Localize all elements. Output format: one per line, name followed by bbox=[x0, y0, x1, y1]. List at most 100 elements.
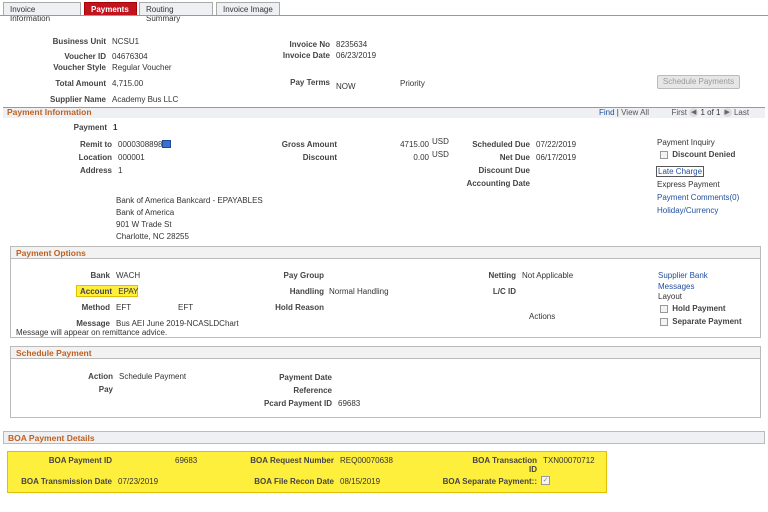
business-unit-label: Business Unit bbox=[52, 37, 106, 46]
payment-date-label: Payment Date bbox=[279, 373, 332, 382]
payment-value: 1 bbox=[113, 123, 118, 132]
boa-file-recon-value: 08/15/2019 bbox=[340, 477, 381, 486]
address-line-2: Bank of America bbox=[116, 208, 175, 217]
supplier-bank-link[interactable]: Supplier Bank bbox=[658, 271, 708, 280]
prev-arrow-icon[interactable]: ◀ bbox=[689, 108, 699, 118]
tab-invoice-image[interactable]: Invoice Image bbox=[216, 2, 280, 16]
hold-payment-label: Hold Payment bbox=[672, 304, 726, 313]
pcard-value: 69683 bbox=[338, 399, 361, 408]
gross-amount-label: Gross Amount bbox=[281, 140, 337, 149]
boa-transmission-date-value: 07/23/2019 bbox=[118, 477, 159, 486]
scheduled-due-label: Scheduled Due bbox=[472, 140, 530, 149]
nav-separator: | bbox=[616, 108, 619, 117]
method-desc: EFT bbox=[178, 303, 194, 312]
net-due-value: 06/17/2019 bbox=[536, 153, 577, 162]
boa-separate-payment-label: BOA Separate Payment:: bbox=[442, 477, 537, 486]
hold-payment-checkbox[interactable] bbox=[660, 304, 668, 313]
address-label: Address bbox=[79, 166, 112, 175]
handling-label: Handling bbox=[289, 287, 324, 296]
invoice-date-value: 06/23/2019 bbox=[336, 51, 377, 60]
messages-link[interactable]: Messages bbox=[658, 282, 694, 291]
location-value: 000001 bbox=[118, 153, 145, 162]
account-label: Account bbox=[80, 287, 112, 296]
remit-to-value: 0000308898 bbox=[118, 140, 163, 149]
boa-separate-payment-checkbox[interactable]: ✓ bbox=[541, 476, 550, 485]
bank-value: WACH bbox=[116, 271, 141, 280]
address-line-1: Bank of America Bankcard - EPAYABLES bbox=[116, 196, 263, 205]
discount-denied-checkbox-row: Discount Denied bbox=[660, 150, 735, 159]
payment-label: Payment bbox=[73, 123, 107, 132]
separate-payment-row: Separate Payment bbox=[660, 317, 742, 326]
tab-invoice-information[interactable]: Invoice Information bbox=[3, 2, 81, 23]
address-line-3: 901 W Trade St bbox=[116, 220, 172, 229]
voucher-style-value: Regular Voucher bbox=[112, 63, 172, 72]
boa-transmission-date-label: BOA Transmission Date bbox=[21, 477, 112, 486]
netting-value: Not Applicable bbox=[522, 271, 574, 280]
payment-options-title: Payment Options bbox=[16, 248, 86, 258]
gross-amount-value: 4715.00 bbox=[400, 140, 429, 149]
account-value: EPAY bbox=[118, 287, 139, 296]
action-label: Action bbox=[88, 372, 113, 381]
invoice-no-label: Invoice No bbox=[289, 40, 330, 49]
pay-terms-value: NOW bbox=[336, 82, 356, 91]
boa-bar bbox=[3, 431, 765, 444]
discount-denied-label: Discount Denied bbox=[672, 150, 736, 159]
bank-label: Bank bbox=[90, 271, 110, 280]
pay-group-label: Pay Group bbox=[283, 271, 324, 280]
location-label: Location bbox=[78, 153, 112, 162]
hold-reason-label: Hold Reason bbox=[275, 303, 324, 312]
gross-currency: USD bbox=[432, 137, 449, 146]
net-due-label: Net Due bbox=[499, 153, 530, 162]
priority-label: Priority bbox=[400, 79, 425, 88]
supplier-name-value: Academy Bus LLC bbox=[112, 95, 179, 104]
separate-payment-checkbox[interactable] bbox=[660, 317, 668, 326]
message-note: Message will appear on remittance advice… bbox=[16, 328, 168, 337]
address-value: 1 bbox=[118, 166, 123, 175]
method-label: Method bbox=[81, 303, 110, 312]
invoice-no-value: 8235634 bbox=[336, 40, 368, 49]
supplier-name-label: Supplier Name bbox=[49, 95, 106, 104]
boa-request-number-value: REQ00070638 bbox=[340, 456, 393, 465]
method-value: EFT bbox=[116, 303, 132, 312]
boa-request-number-label: BOA Request Number bbox=[250, 456, 334, 465]
paging-text: 1 of 1 bbox=[700, 108, 721, 117]
total-amount-label: Total Amount bbox=[55, 79, 106, 88]
next-arrow-icon[interactable]: ▶ bbox=[722, 108, 732, 118]
message-value: Bus AEI June 2019-NCASLDChart bbox=[116, 319, 239, 328]
discount-due-label: Discount Due bbox=[478, 166, 530, 175]
discount-currency: USD bbox=[432, 150, 449, 159]
late-charge-link[interactable]: Late Charge bbox=[656, 166, 705, 177]
tab-payments[interactable]: Payments bbox=[84, 2, 137, 16]
holiday-currency-link[interactable]: Holiday/Currency bbox=[657, 206, 718, 215]
lc-id-label: L/C ID bbox=[492, 287, 516, 296]
remit-lookup-icon[interactable] bbox=[162, 140, 171, 148]
express-payment-text: Express Payment bbox=[657, 180, 720, 189]
address-line-4: Charlotte, NC 28255 bbox=[116, 232, 189, 241]
payment-information-title: Payment Information bbox=[7, 107, 92, 117]
payment-info-nav: Find | View All First ◀ 1 of 1 ▶ Last bbox=[599, 108, 749, 118]
boa-transaction-label-2: ID bbox=[529, 465, 537, 474]
remit-to-label: Remit to bbox=[80, 140, 112, 149]
boa-title: BOA Payment Details bbox=[8, 433, 95, 443]
first-link[interactable]: First bbox=[671, 108, 687, 117]
discount-label: Discount bbox=[302, 153, 337, 162]
find-link[interactable]: Find bbox=[599, 108, 615, 117]
pay-terms-label: Pay Terms bbox=[290, 78, 330, 87]
business-unit-value: NCSU1 bbox=[112, 37, 140, 46]
payment-comments-link[interactable]: Payment Comments(0) bbox=[657, 193, 739, 202]
tab-routing-summary[interactable]: Routing Summary bbox=[139, 2, 213, 23]
schedule-payments-button[interactable]: Schedule Payments bbox=[657, 75, 740, 89]
view-all-link[interactable]: View All bbox=[621, 108, 649, 117]
pay-label: Pay bbox=[98, 385, 113, 394]
accounting-date-label: Accounting Date bbox=[466, 179, 530, 188]
payment-inquiry-text: Payment Inquiry bbox=[657, 138, 715, 147]
netting-label: Netting bbox=[488, 271, 516, 280]
scheduled-due-value: 07/22/2019 bbox=[536, 140, 577, 149]
boa-transaction-value: TXN00070712 bbox=[543, 456, 595, 465]
actions-text: Actions bbox=[529, 312, 556, 321]
hold-payment-row: Hold Payment bbox=[660, 304, 726, 313]
boa-transaction-label-1: BOA Transaction bbox=[472, 456, 537, 465]
discount-denied-checkbox[interactable] bbox=[660, 150, 668, 159]
reference-label: Reference bbox=[293, 386, 332, 395]
last-link[interactable]: Last bbox=[734, 108, 749, 117]
